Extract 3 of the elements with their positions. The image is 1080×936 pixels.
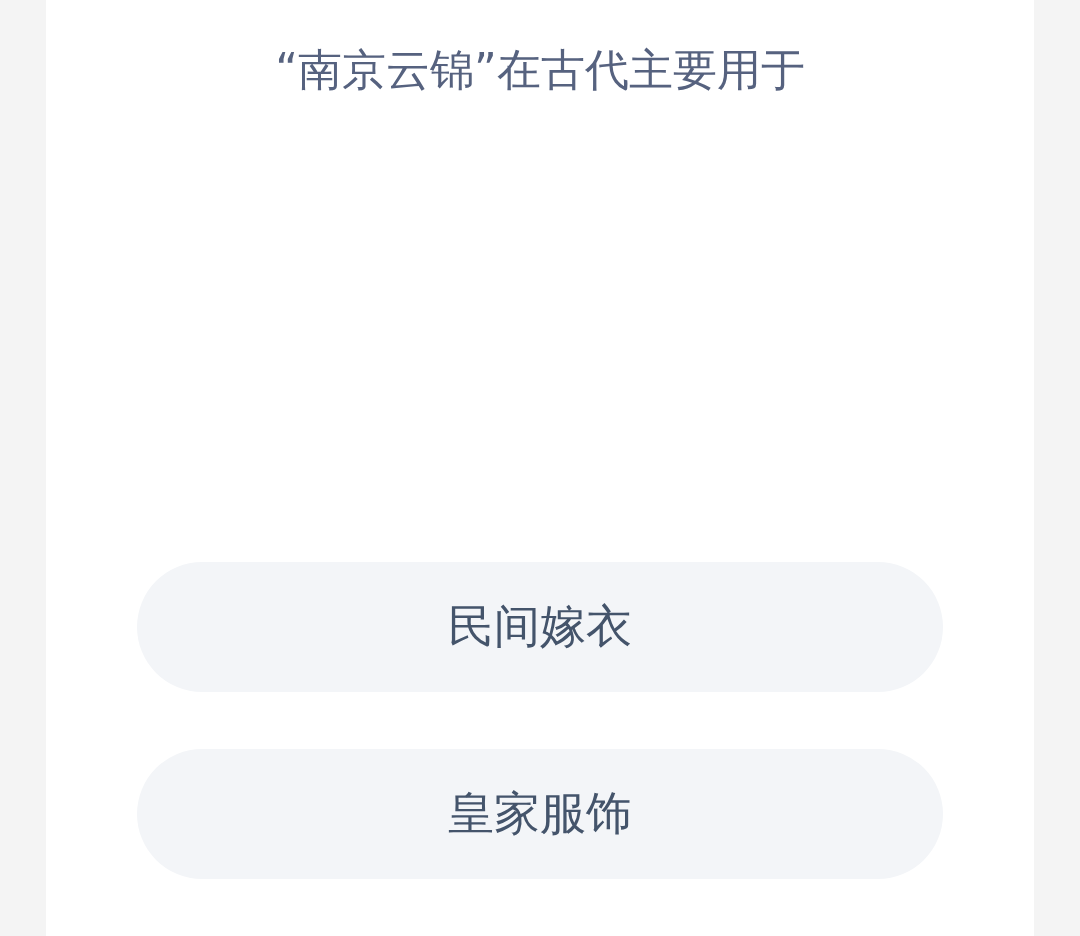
answer-option[interactable]: 民间嫁衣 bbox=[137, 562, 943, 692]
answer-option[interactable]: 皇家服饰 bbox=[137, 749, 943, 879]
question-text: “南京云锦”在古代主要用于 bbox=[275, 43, 805, 97]
